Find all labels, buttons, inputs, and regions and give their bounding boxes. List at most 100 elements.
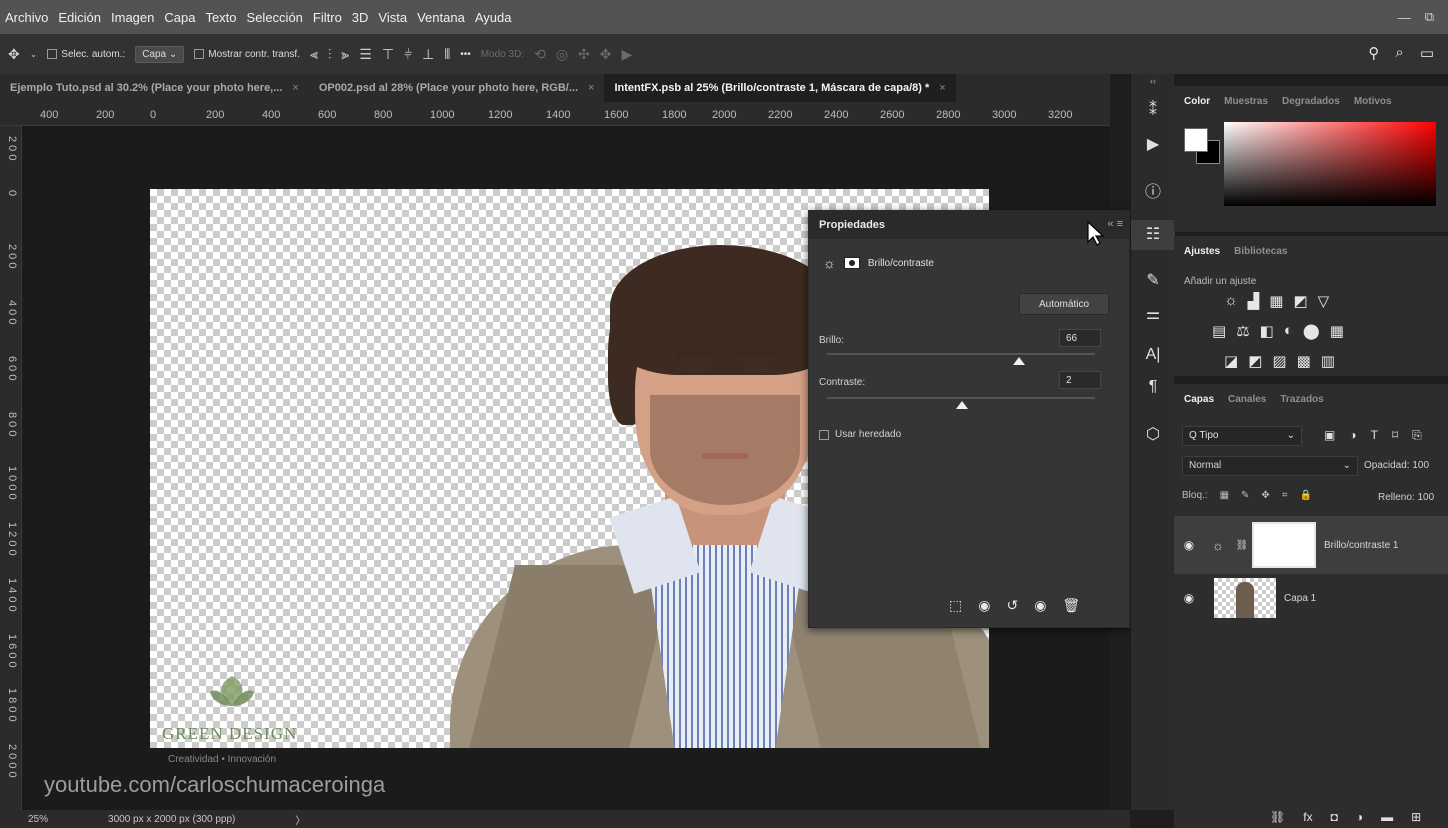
type-filter-icon[interactable]: T — [1371, 428, 1378, 443]
eye-icon[interactable]: ◉ — [1174, 538, 1204, 552]
align-left-icon[interactable]: ⫷ — [310, 46, 318, 63]
gradient-map-icon[interactable]: ▩ — [1297, 352, 1311, 370]
chevron-down-icon[interactable]: ⌄ — [30, 49, 38, 60]
align-center-icon[interactable]: ⫶ — [328, 46, 332, 63]
menu-imagen[interactable]: Imagen — [106, 10, 159, 25]
mask-icon[interactable] — [843, 257, 860, 269]
align-bottom-icon[interactable]: ⊥ — [422, 46, 434, 63]
color-balance-icon[interactable]: ⚖ — [1236, 322, 1249, 340]
close-icon[interactable]: × — [939, 82, 945, 94]
threshold-icon[interactable]: ▨ — [1272, 352, 1286, 370]
brush-settings-icon[interactable]: ⚌ — [1131, 304, 1175, 324]
brightness-input[interactable]: 66 — [1059, 329, 1101, 347]
minimize-icon[interactable]: — — [1398, 10, 1411, 25]
lock-artboard-icon[interactable]: ⌗ — [1282, 490, 1288, 501]
fill-value[interactable]: 100 — [1417, 492, 1434, 503]
layer-thumbnail[interactable] — [1214, 578, 1276, 618]
history-icon[interactable]: ⁑ — [1131, 100, 1175, 120]
align-distribute-icon[interactable]: ☰ — [359, 46, 372, 63]
3d-icon[interactable]: ⬡ — [1131, 424, 1175, 444]
trash-icon[interactable]: 🗑 — [1062, 597, 1080, 614]
menu-capa[interactable]: Capa — [159, 10, 200, 25]
contrast-slider[interactable] — [827, 397, 1095, 399]
search-icon[interactable]: ⌕ — [1395, 44, 1403, 62]
lock-position-icon[interactable]: ✥ — [1261, 490, 1269, 501]
tab-muestras[interactable]: Muestras — [1224, 96, 1268, 107]
fill-control[interactable]: Relleno: 100 — [1378, 492, 1434, 503]
auto-button[interactable]: Automático — [1019, 293, 1109, 315]
tab-bibliotecas[interactable]: Bibliotecas — [1234, 246, 1287, 257]
reset-icon[interactable]: ↺ — [1006, 597, 1018, 614]
selective-color-icon[interactable]: ▥ — [1321, 352, 1335, 370]
contrast-slider-thumb[interactable] — [956, 401, 968, 409]
new-group-icon[interactable]: ▬ — [1381, 810, 1393, 824]
legacy-checkbox[interactable]: Usar heredado — [819, 429, 901, 440]
opacity-value[interactable]: 100 — [1412, 460, 1429, 471]
info-icon[interactable]: ⓘ — [1131, 178, 1175, 202]
opacity-control[interactable]: Opacidad: 100 — [1364, 460, 1429, 471]
layer-row[interactable]: ◉ ☼ ⛓ Brillo/contraste 1 — [1174, 516, 1448, 574]
text-icon[interactable]: A| — [1131, 346, 1175, 364]
posterize-icon[interactable]: ◩ — [1248, 352, 1262, 370]
photo-filter-icon[interactable]: ◐ — [1284, 322, 1293, 340]
align-top-icon[interactable]: ⊤ — [382, 46, 394, 63]
3d-roll-icon[interactable]: ◎ — [556, 46, 568, 63]
tab-canales[interactable]: Canales — [1228, 394, 1266, 405]
fx-icon[interactable]: fx — [1303, 810, 1312, 824]
menu-texto[interactable]: Texto — [200, 10, 241, 25]
brightness-slider-thumb[interactable] — [1013, 357, 1025, 365]
new-adjustment-icon[interactable]: ◑ — [1356, 810, 1363, 824]
brightness-slider[interactable] — [827, 353, 1095, 355]
more-options-button[interactable]: ••• — [460, 49, 471, 60]
panel-menu-icon[interactable]: « ≡ — [1107, 218, 1123, 230]
menu-vista[interactable]: Vista — [373, 10, 412, 25]
layer-filter-dropdown[interactable]: Q Tipo ⌄ — [1182, 426, 1302, 446]
hue-saturation-icon[interactable]: ▤ — [1212, 322, 1226, 340]
tab-trazados[interactable]: Trazados — [1280, 394, 1323, 405]
link-icon[interactable]: ⛓ — [1232, 540, 1252, 551]
clip-to-layer-icon[interactable]: ⬚ — [949, 597, 962, 614]
view-previous-icon[interactable]: ◉ — [978, 597, 990, 614]
tab-ajustes[interactable]: Ajustes — [1184, 246, 1220, 257]
vertical-ruler[interactable]: 2 0 0 0 2 0 0 4 0 0 6 0 0 8 0 0 1 0 0 0 … — [0, 126, 22, 810]
black-white-icon[interactable]: ◧ — [1260, 322, 1274, 340]
align-right-icon[interactable]: ⫸ — [341, 46, 349, 63]
tab-intentfx[interactable]: IntentFX.psb al 25% (Brillo/contraste 1,… — [604, 74, 956, 102]
add-mask-icon[interactable]: ◘ — [1331, 810, 1338, 824]
exposure-icon[interactable]: ◩ — [1293, 292, 1307, 310]
tab-ejemplo-tuto[interactable]: Ejemplo Tuto.psd al 30.2% (Place your ph… — [0, 74, 309, 102]
eye-icon[interactable]: ◉ — [1034, 597, 1046, 614]
lock-transparency-icon[interactable]: ▦ — [1220, 490, 1229, 501]
adjustments-icon[interactable]: ☷ — [1131, 220, 1175, 250]
brightness-icon[interactable]: ☼ — [823, 255, 836, 271]
tab-motivos[interactable]: Motivos — [1354, 96, 1392, 107]
menu-ayuda[interactable]: Ayuda — [470, 10, 517, 25]
properties-header[interactable]: Propiedades — [809, 211, 1129, 239]
distribute-icon[interactable]: ⫴ — [444, 46, 450, 63]
tab-color[interactable]: Color — [1184, 96, 1210, 107]
3d-slide-icon[interactable]: ✥ — [600, 46, 612, 63]
play-icon[interactable]: ▶ — [1131, 134, 1175, 154]
channel-mixer-icon[interactable]: ⬤ — [1303, 322, 1320, 340]
lock-all-icon[interactable]: 🔒 — [1299, 490, 1311, 501]
auto-select-dropdown[interactable]: Capa ⌄ — [135, 45, 185, 63]
status-arrow-icon[interactable]: 〉 — [295, 812, 305, 827]
move-icon[interactable]: ✥ — [8, 46, 20, 63]
collapse-icon[interactable]: ‹‹ — [1131, 76, 1175, 86]
menu-archivo[interactable]: Archivo — [0, 10, 53, 25]
layer-row[interactable]: ◉ Capa 1 — [1174, 574, 1448, 622]
align-middle-icon[interactable]: ⫩ — [404, 46, 412, 63]
zoom-level[interactable]: 25% — [28, 814, 48, 825]
auto-select-checkbox[interactable]: Selec. autom.: — [47, 49, 125, 60]
menu-seleccion[interactable]: Selección — [242, 10, 308, 25]
workspace-icon[interactable]: ▭ — [1420, 44, 1434, 62]
brightness-contrast-icon[interactable]: ☼ — [1224, 292, 1238, 310]
new-layer-icon[interactable]: ⊞ — [1411, 810, 1421, 824]
blend-mode-dropdown[interactable]: Normal ⌄ — [1182, 456, 1358, 476]
show-transform-checkbox[interactable]: Mostrar contr. transf. — [194, 49, 300, 60]
color-spectrum[interactable] — [1224, 122, 1436, 206]
invert-icon[interactable]: ◪ — [1224, 352, 1238, 370]
shape-filter-icon[interactable]: ⌑ — [1392, 428, 1398, 443]
levels-icon[interactable]: ▟ — [1248, 292, 1260, 310]
smart-object-filter-icon[interactable]: ⎘ — [1412, 428, 1422, 443]
